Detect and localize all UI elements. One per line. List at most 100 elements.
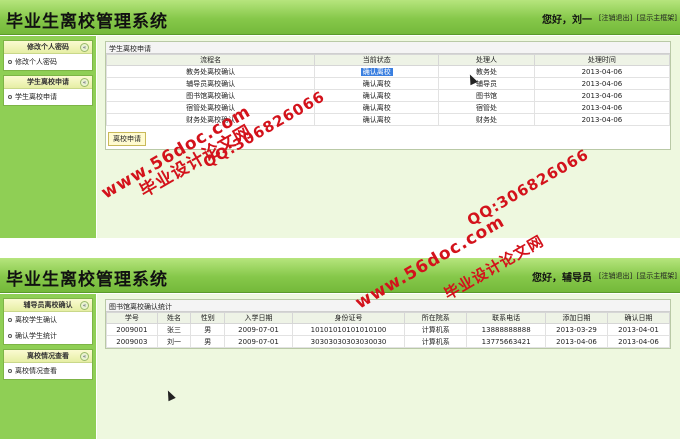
bullet-icon: [8, 95, 12, 99]
sidebar-item-label: 学生离校申请: [15, 93, 57, 101]
table-cell: 30303030303030030: [291, 335, 406, 348]
table-header-row: 流程名 当前状态 处理人 处理时间: [105, 54, 671, 66]
column-header: 身份证号: [291, 312, 406, 324]
show-frame-link[interactable]: [显示主框架]: [637, 272, 677, 280]
sidebar-section-counselor: 辅导员离校确认 « 离校学生确认 确认学生统计: [3, 298, 93, 345]
user-greeting: 您好，辅导员: [532, 273, 592, 284]
sidebar-section-header[interactable]: 修改个人密码 «: [4, 41, 92, 54]
app-title: 毕业生离校管理系统: [6, 270, 168, 290]
collapse-icon[interactable]: «: [80, 301, 89, 310]
table-cell: 2013-04-06: [606, 335, 671, 348]
sidebar-item-label: 离校情况查看: [15, 367, 57, 375]
table-cell: 10101010101010100: [291, 323, 406, 336]
column-header: 姓名: [156, 312, 192, 324]
sidebar-section-password: 修改个人密码 « 修改个人密码: [3, 40, 93, 71]
table-cell: 确认离校: [314, 65, 440, 78]
table-row: 2009003 刘一 男 2009-07-01 3030303030303003…: [106, 335, 671, 348]
sidebar-item-label: 确认学生统计: [15, 332, 57, 340]
table-row: 2009001 张三 男 2009-07-01 1010101010101010…: [106, 323, 671, 336]
sidebar-section-view: 离校情况查看 « 离校情况查看: [3, 349, 93, 380]
sidebar-section-header[interactable]: 学生离校申请 «: [4, 76, 92, 89]
table-cell: 2013-04-06: [533, 89, 671, 102]
sidebar-item-leave-apply[interactable]: 学生离校申请: [4, 89, 92, 105]
table-row: 教务处离校确认 确认离校 教务处 2013-04-06: [105, 65, 671, 78]
column-header: 学号: [106, 312, 158, 324]
library-stats-card: 图书馆离校确认统计 学号 姓名 性别 入学日期 身份证号 所在院系 联系电话 添…: [105, 299, 671, 349]
sidebar-section-title: 离校情况查看: [27, 352, 69, 360]
table-cell: 2013-04-06: [533, 77, 671, 90]
bullet-icon: [8, 60, 12, 64]
table-cell: 2009003: [106, 335, 158, 348]
table-cell: 2013-04-06: [545, 335, 608, 348]
sidebar-item-change-password[interactable]: 修改个人密码: [4, 54, 92, 70]
sidebar-section-title: 辅导员离校确认: [23, 301, 73, 309]
column-header: 当前状态: [314, 54, 440, 66]
header-links: [注销退出] [显示主框架]: [597, 13, 677, 23]
table-cell: 2013-03-29: [545, 323, 608, 336]
sidebar: 修改个人密码 « 修改个人密码 学生离校申请 « 学生离校申请: [0, 36, 96, 238]
table-row: 财务处离校确认 确认离校 财务处 2013-04-06: [105, 113, 671, 126]
selected-text: 确认离校: [360, 67, 393, 76]
table-cell: 确认离校: [314, 101, 440, 114]
table-row: 宿管处离校确认 确认离校 宿管处 2013-04-06: [105, 101, 671, 114]
table-cell: 刘一: [156, 335, 192, 348]
collapse-icon[interactable]: «: [80, 352, 89, 361]
table-cell: 2009-07-01: [224, 335, 293, 348]
table-cell: 13775663421: [466, 335, 547, 348]
table-cell: 计算机系: [404, 335, 468, 348]
process-table: 流程名 当前状态 处理人 处理时间 教务处离校确认 确认离校 教务处 2013-…: [105, 54, 671, 126]
card-title: 学生离校申请: [106, 42, 670, 54]
sidebar: 辅导员离校确认 « 离校学生确认 确认学生统计 离校情况查看 « 离校情况查看: [0, 294, 96, 439]
screen-counselor: 毕业生离校管理系统 您好，辅导员 [注销退出] [显示主框架] 辅导员离校确认 …: [0, 258, 680, 439]
sidebar-section-title: 学生离校申请: [27, 78, 69, 86]
table-header-row: 学号 姓名 性别 入学日期 身份证号 所在院系 联系电话 添加日期 确认日期: [106, 312, 671, 324]
collapse-icon[interactable]: «: [80, 43, 89, 52]
table-cell: 辅导员离校确认: [105, 77, 316, 90]
bullet-icon: [8, 318, 12, 322]
table-row: 辅导员离校确认 确认离校 辅导员 2013-04-06: [105, 77, 671, 90]
table-cell: 男: [190, 323, 226, 336]
collapse-icon[interactable]: «: [80, 78, 89, 87]
table-cell: 2013-04-06: [533, 101, 671, 114]
table-row: 图书馆离校确认 确认离校 图书馆 2013-04-06: [105, 89, 671, 102]
column-header: 流程名: [105, 54, 316, 66]
sidebar-section-header[interactable]: 离校情况查看 «: [4, 350, 92, 363]
sidebar-section-title: 修改个人密码: [27, 43, 69, 51]
column-header: 处理时间: [533, 54, 671, 66]
table-cell: 财务处: [438, 113, 535, 126]
table-cell: 图书馆离校确认: [105, 89, 316, 102]
table-cell: 辅导员: [438, 77, 535, 90]
card-title: 图书馆离校确认统计: [106, 300, 670, 312]
leave-apply-button[interactable]: 离校申请: [108, 132, 146, 146]
logout-link[interactable]: [注销退出]: [599, 14, 632, 22]
column-header: 性别: [190, 312, 226, 324]
table-cell: 13888888888: [466, 323, 547, 336]
main-content: 图书馆离校确认统计 学号 姓名 性别 入学日期 身份证号 所在院系 联系电话 添…: [97, 294, 680, 439]
bullet-icon: [8, 369, 12, 373]
table-cell: 教务处: [438, 65, 535, 78]
app-title: 毕业生离校管理系统: [6, 12, 168, 32]
column-header: 处理人: [438, 54, 535, 66]
table-cell: 2013-04-06: [533, 113, 671, 126]
show-frame-link[interactable]: [显示主框架]: [637, 14, 677, 22]
sidebar-section-header[interactable]: 辅导员离校确认 «: [4, 299, 92, 312]
column-header: 入学日期: [224, 312, 293, 324]
sidebar-item-view-status[interactable]: 离校情况查看: [4, 363, 92, 379]
table-cell: 2009001: [106, 323, 158, 336]
sidebar-item-confirm-students[interactable]: 离校学生确认: [4, 312, 92, 328]
table-cell: 图书馆: [438, 89, 535, 102]
bullet-icon: [8, 334, 12, 338]
column-header: 确认日期: [606, 312, 671, 324]
sidebar-item-label: 修改个人密码: [15, 58, 57, 66]
user-greeting: 您好，刘一: [542, 15, 592, 26]
table-cell: 确认离校: [314, 113, 440, 126]
column-header: 添加日期: [545, 312, 608, 324]
table-cell: 2013-04-01: [606, 323, 671, 336]
sidebar-item-confirm-stats[interactable]: 确认学生统计: [4, 328, 92, 344]
table-cell: 确认离校: [314, 77, 440, 90]
table-cell: 2013-04-06: [533, 65, 671, 78]
header-links: [注销退出] [显示主框架]: [597, 271, 677, 281]
student-table: 学号 姓名 性别 入学日期 身份证号 所在院系 联系电话 添加日期 确认日期 2…: [106, 312, 671, 348]
table-cell: 教务处离校确认: [105, 65, 316, 78]
logout-link[interactable]: [注销退出]: [599, 272, 632, 280]
